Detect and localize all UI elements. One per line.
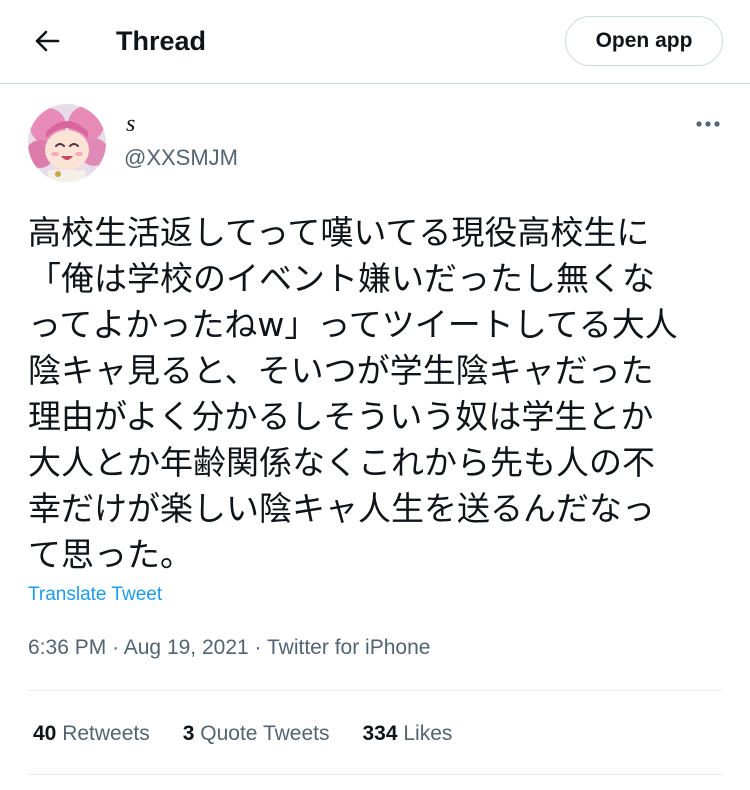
tweet-text: 高校生活返してって嘆いてる現役高校生に 「俺は学校のイベント嫌いだったし無くな … [28, 213, 678, 574]
open-app-button[interactable]: Open app [565, 16, 723, 66]
retweets-label: Retweets [62, 722, 150, 745]
more-options-button[interactable] [692, 112, 724, 136]
likes-count: 334 [362, 722, 398, 745]
tweet-time[interactable]: 6:36 PM [28, 636, 106, 659]
translate-tweet-link[interactable]: Translate Tweet [28, 583, 162, 607]
divider [28, 690, 722, 691]
top-bar: Thread Open app [0, 0, 750, 84]
tweet-source[interactable]: Twitter for iPhone [267, 636, 430, 659]
user-handle[interactable]: @XXSMJM [124, 145, 238, 171]
retweets-stat[interactable]: 40 Retweets [33, 722, 150, 746]
display-name[interactable]: s [126, 110, 135, 138]
divider [28, 774, 722, 775]
quote-tweets-stat[interactable]: 3 Quote Tweets [183, 722, 330, 746]
quote-tweets-count: 3 [182, 722, 195, 745]
back-button[interactable] [28, 24, 66, 58]
more-horizontal-icon [696, 121, 720, 127]
quote-tweets-label: Quote Tweets [200, 722, 330, 745]
meta-separator: · [254, 636, 262, 659]
retweets-count: 40 [33, 722, 57, 745]
avatar[interactable] [28, 104, 106, 182]
meta-separator: · [112, 636, 120, 659]
arrow-left-icon [35, 30, 60, 52]
likes-label: Likes [403, 722, 453, 745]
avatar-image [28, 104, 106, 182]
tweet-stats: 40 Retweets 3 Quote Tweets 334 Likes [33, 718, 485, 750]
tweet-timestamp: 6:36 PM · Aug 19, 2021 · Twitter for iPh… [28, 634, 430, 662]
page-title: Thread [116, 26, 207, 56]
likes-stat[interactable]: 334 Likes [362, 722, 452, 746]
tweet-date[interactable]: Aug 19, 2021 [124, 636, 249, 659]
